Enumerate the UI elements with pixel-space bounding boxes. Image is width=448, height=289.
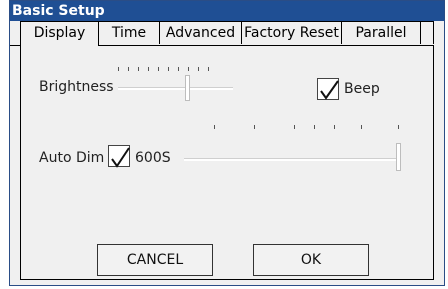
auto-dim-checkbox[interactable]	[108, 145, 130, 168]
checkmark-icon	[320, 80, 339, 100]
basic-setup-window: Basic Setup Display Time Advanced Factor…	[9, 0, 445, 286]
auto-dim-slider-ticks	[201, 125, 401, 131]
brightness-slider-thumb[interactable]	[185, 75, 190, 101]
auto-dim-value: 600S	[135, 150, 171, 166]
beep-checkbox[interactable]	[317, 78, 339, 100]
tab-display[interactable]: Display	[20, 21, 99, 46]
tab-parallel[interactable]: Parallel	[342, 21, 421, 44]
display-panel: Brightness Beep Auto Dim 600S CANCEL OK	[20, 45, 434, 280]
auto-dim-label: Auto Dim	[39, 150, 105, 166]
tab-time[interactable]: Time	[99, 21, 160, 44]
window-title: Basic Setup	[10, 1, 444, 21]
checkmark-icon	[111, 147, 130, 168]
auto-dim-slider-track[interactable]	[184, 158, 401, 161]
tab-factory-reset[interactable]: Factory Reset	[242, 21, 342, 44]
tab-bar: Display Time Advanced Factory Reset Para…	[10, 21, 434, 46]
tab-empty	[421, 21, 434, 44]
beep-label: Beep	[344, 81, 380, 97]
brightness-label: Brightness	[39, 79, 114, 95]
ok-button[interactable]: OK	[253, 244, 369, 276]
brightness-slider-track[interactable]	[118, 87, 233, 90]
tab-advanced[interactable]: Advanced	[160, 21, 242, 44]
auto-dim-slider-thumb[interactable]	[396, 143, 401, 171]
cancel-button[interactable]: CANCEL	[97, 244, 213, 276]
brightness-slider-ticks	[118, 67, 238, 73]
